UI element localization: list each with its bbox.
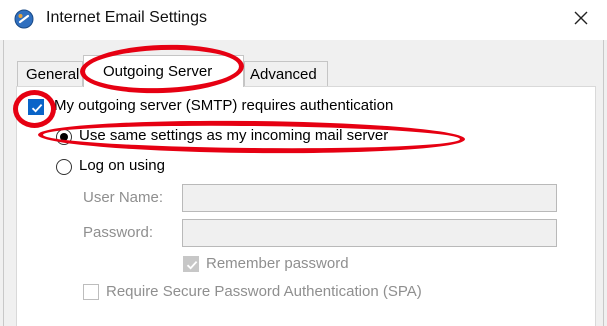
requires-auth-checkbox[interactable] <box>28 99 44 115</box>
spa-checkbox[interactable] <box>83 284 99 300</box>
username-field[interactable] <box>182 184 557 212</box>
tab-general[interactable]: General <box>17 61 83 86</box>
close-button[interactable] <box>564 4 598 34</box>
tab-advanced[interactable]: Advanced <box>244 61 328 86</box>
log-on-using-radio[interactable] <box>56 159 72 175</box>
tab-outgoing-server[interactable]: Outgoing Server <box>83 55 244 87</box>
log-on-using-label: Log on using <box>79 157 165 174</box>
remember-password-label: Remember password <box>206 255 349 272</box>
outlook-settings-icon <box>14 9 34 29</box>
close-icon <box>564 11 598 38</box>
requires-auth-label: My outgoing server (SMTP) requires authe… <box>54 97 394 114</box>
window-title: Internet Email Settings <box>46 9 207 26</box>
use-same-settings-radio[interactable] <box>56 129 72 145</box>
username-label: User Name: <box>83 189 164 206</box>
window-frame-right <box>603 40 604 326</box>
checkmark-icon <box>186 260 198 270</box>
remember-password-checkbox[interactable] <box>183 256 199 272</box>
spa-label: Require Secure Password Authentication (… <box>106 283 422 300</box>
password-field[interactable] <box>182 219 557 247</box>
password-label: Password: <box>83 224 154 241</box>
window-frame-left <box>3 40 4 326</box>
title-bar: Internet Email Settings <box>0 0 607 40</box>
checkmark-icon <box>31 103 43 113</box>
use-same-settings-label: Use same settings as my incoming mail se… <box>79 127 389 144</box>
